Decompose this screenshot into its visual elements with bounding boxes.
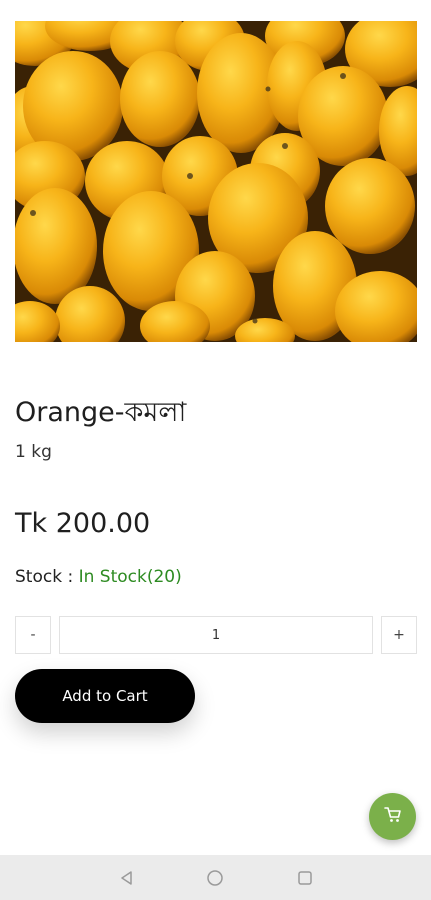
oranges-photo — [15, 21, 417, 342]
add-to-cart-button[interactable]: Add to Cart — [15, 669, 195, 723]
back-triangle-icon[interactable] — [116, 867, 138, 889]
product-title: Orange-কমলা — [15, 397, 187, 428]
recents-square-icon[interactable] — [294, 867, 316, 889]
cart-fab-button[interactable] — [369, 793, 416, 840]
cart-icon — [383, 806, 403, 828]
stock-label: Stock : — [15, 567, 79, 587]
product-unit: 1 kg — [15, 442, 52, 462]
product-image — [15, 21, 417, 342]
system-navigation-bar — [0, 855, 431, 900]
stock-status: Stock : In Stock(20) — [15, 567, 182, 587]
product-price: Tk 200.00 — [15, 508, 151, 539]
quantity-increase-button[interactable]: + — [381, 616, 417, 654]
home-circle-icon[interactable] — [204, 867, 226, 889]
stock-value: In Stock(20) — [78, 567, 182, 587]
quantity-input[interactable] — [59, 616, 373, 654]
quantity-decrease-button[interactable]: - — [15, 616, 51, 654]
